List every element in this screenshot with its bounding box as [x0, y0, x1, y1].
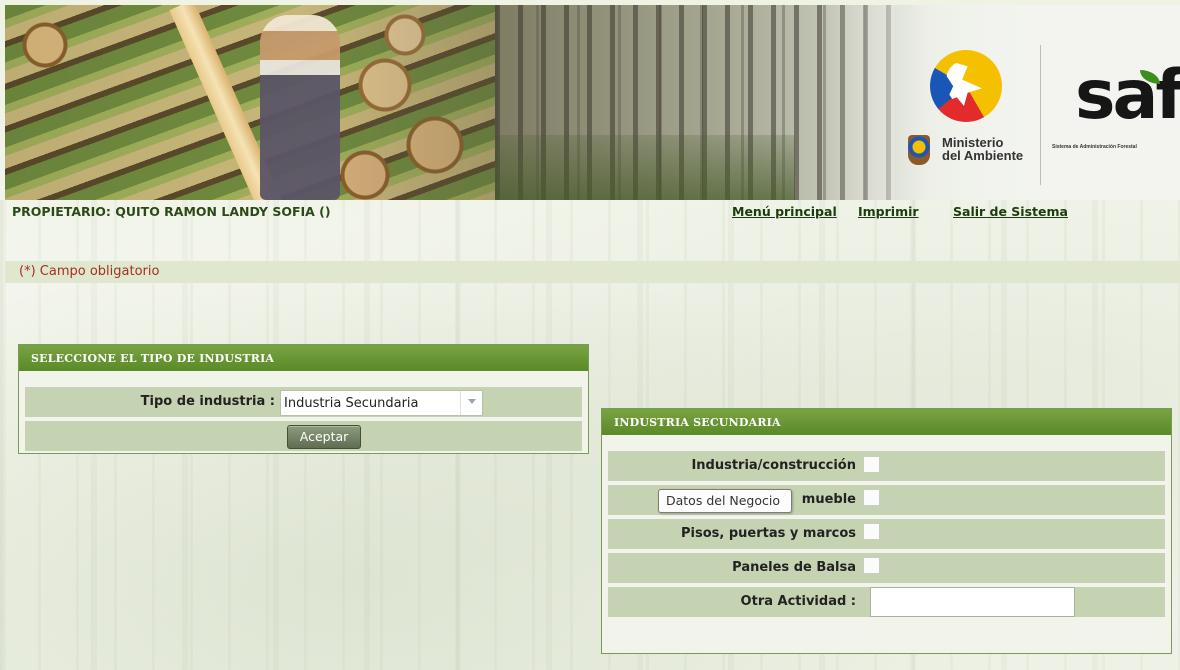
option-label-balsa: Paneles de Balsa	[732, 560, 856, 575]
accept-row: Aceptar	[25, 421, 582, 451]
coat-of-arms-icon	[908, 135, 930, 165]
other-activity-row: Otra Actividad :	[608, 587, 1165, 617]
industry-type-row: Tipo de industria : Industria Secundaria	[25, 387, 582, 417]
ministry-logo-icon	[930, 50, 1002, 122]
option-row-balsa: Paneles de Balsa	[608, 553, 1165, 583]
checkbox-balsa[interactable]	[863, 557, 880, 574]
accept-button[interactable]: Aceptar	[287, 425, 361, 449]
main-menu-link[interactable]: Menú principal	[732, 204, 837, 219]
industry-type-panel: SELECCIONE EL TIPO DE INDUSTRIA Tipo de …	[18, 344, 589, 454]
chevron-down-icon[interactable]	[460, 391, 482, 415]
secondary-industry-panel-title: INDUSTRIA SECUNDARIA	[602, 409, 1171, 435]
other-activity-input[interactable]	[870, 587, 1075, 617]
industry-type-select[interactable]: Industria Secundaria	[280, 390, 483, 416]
logo-area: Ministerio del Ambiente saf Sistema de A…	[900, 40, 1180, 190]
saf-subtitle: Sistema de Administración Forestal	[1052, 144, 1137, 150]
ministry-name-line2: del Ambiente	[942, 148, 1024, 163]
header-banner: Ministerio del Ambiente saf Sistema de A…	[5, 5, 1180, 200]
logo-divider	[1040, 45, 1041, 185]
option-label-floors: Pisos, puertas y marcos	[681, 526, 856, 541]
business-data-tooltip: Datos del Negocio	[658, 489, 792, 513]
option-label-construction: Industria/construcción	[691, 458, 856, 473]
owner-name: PROPIETARIO: QUITO RAMON LANDY SOFIA ()	[12, 204, 331, 219]
option-row-construction: Industria/construcción	[608, 451, 1165, 481]
banner-forest-floor	[495, 135, 795, 200]
option-row-furniture: mueble Datos del Negocio	[608, 485, 1165, 515]
checkbox-furniture[interactable]	[863, 489, 880, 506]
exit-system-link[interactable]: Salir de Sistema	[953, 204, 1068, 219]
print-link[interactable]: Imprimir	[858, 204, 919, 219]
industry-type-selected-value: Industria Secundaria	[284, 396, 419, 411]
option-row-floors: Pisos, puertas y marcos	[608, 519, 1165, 549]
required-field-note: (*) Campo obligatorio	[5, 261, 1180, 283]
checkbox-construction[interactable]	[863, 456, 880, 473]
industry-type-panel-title: SELECCIONE EL TIPO DE INDUSTRIA	[19, 345, 588, 371]
banner-photo-worker	[260, 15, 340, 200]
ministry-logo-figure	[946, 62, 982, 106]
industry-type-label: Tipo de industria :	[140, 394, 275, 409]
saf-logo: saf	[1075, 56, 1180, 135]
other-activity-label: Otra Actividad :	[740, 594, 856, 609]
secondary-industry-panel: INDUSTRIA SECUNDARIA Industria/construcc…	[601, 408, 1172, 654]
checkbox-floors[interactable]	[863, 523, 880, 540]
